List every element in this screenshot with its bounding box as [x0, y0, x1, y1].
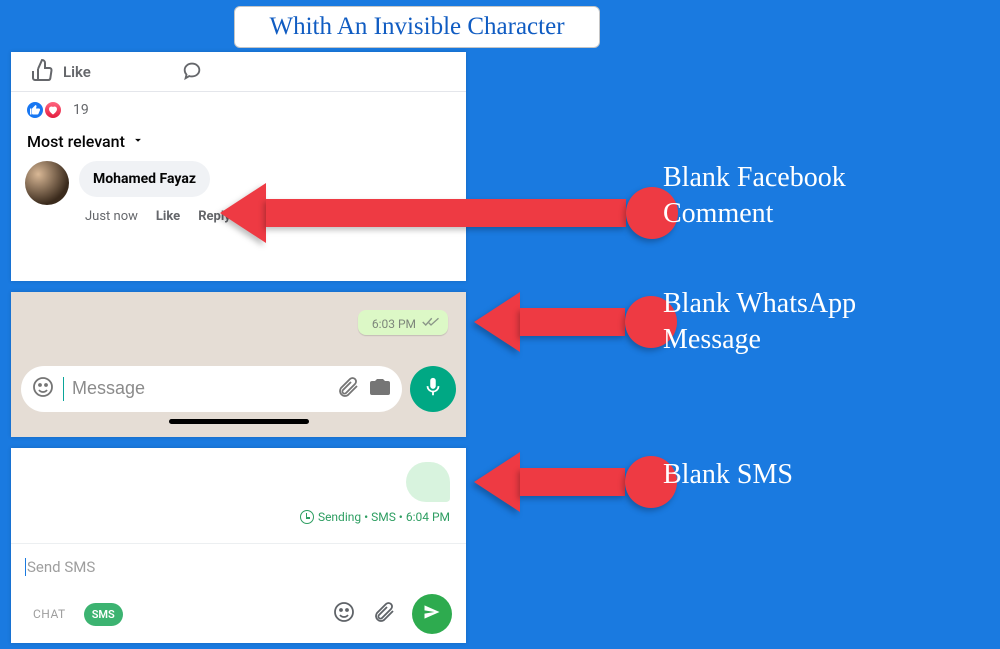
- sms-messages: Sending • SMS • 6:04 PM: [11, 448, 466, 543]
- clock-icon: [300, 510, 314, 524]
- comment-time: Just now: [85, 209, 138, 224]
- annotation-arrow-sms: [474, 452, 677, 512]
- page-title-box: Whith An Invisible Character: [234, 6, 600, 48]
- divider: [11, 543, 466, 544]
- sms-sent-bubble[interactable]: [406, 462, 450, 502]
- comment-like-action[interactable]: Like: [156, 209, 180, 224]
- attachment-icon[interactable]: [372, 600, 396, 628]
- thumbs-up-icon: [31, 58, 55, 86]
- annotation-arrow-facebook: [220, 183, 678, 243]
- sort-label: Most relevant: [27, 132, 125, 151]
- whatsapp-messages: 6:03 PM: [11, 292, 466, 364]
- annotation-line: Blank Facebook: [663, 160, 846, 196]
- sms-status: Sending • SMS • 6:04 PM: [300, 510, 450, 524]
- like-button[interactable]: Like: [31, 58, 91, 86]
- facebook-action-bar: Like: [11, 52, 466, 92]
- text-cursor: [25, 558, 26, 576]
- send-button[interactable]: [412, 594, 452, 634]
- home-indicator: [11, 419, 466, 431]
- like-reaction-icon: [25, 100, 45, 120]
- message-time: 6:03 PM: [372, 317, 416, 331]
- whatsapp-text-input[interactable]: [21, 366, 402, 412]
- text-cursor: [63, 377, 64, 401]
- sms-chip[interactable]: SMS: [84, 603, 123, 626]
- emoji-icon[interactable]: [31, 375, 55, 403]
- sort-dropdown[interactable]: Most relevant: [11, 128, 466, 161]
- whatsapp-sent-bubble[interactable]: 6:03 PM: [358, 310, 448, 335]
- delivered-ticks-icon: [422, 316, 440, 331]
- annotation-line: Message: [663, 322, 856, 358]
- reaction-count: 19: [73, 102, 89, 118]
- annotation-line: Comment: [663, 196, 846, 232]
- annotation-text-whatsapp: Blank WhatsApp Message: [663, 286, 856, 359]
- emoji-icon[interactable]: [332, 600, 356, 628]
- send-icon: [422, 602, 442, 626]
- annotation-line: Blank SMS: [663, 457, 793, 493]
- whatsapp-input-row: [11, 364, 466, 419]
- mic-button[interactable]: [410, 366, 456, 412]
- love-reaction-icon: [43, 100, 63, 120]
- reactions-row[interactable]: 19: [11, 92, 466, 128]
- whatsapp-panel: 6:03 PM: [11, 292, 466, 437]
- like-label: Like: [63, 63, 91, 81]
- attachment-icon[interactable]: [336, 375, 360, 403]
- facebook-panel: Like 19 Most relevant Mohamed Fayaz Just…: [11, 52, 466, 281]
- camera-icon[interactable]: [368, 375, 392, 403]
- microphone-icon: [422, 376, 444, 402]
- comment-button[interactable]: [181, 59, 203, 85]
- sms-bottom-bar: CHAT SMS: [11, 576, 466, 644]
- comment-bubble[interactable]: Mohamed Fayaz: [79, 161, 210, 197]
- speech-bubble-icon: [181, 66, 203, 85]
- page-title: Whith An Invisible Character: [269, 13, 564, 41]
- avatar[interactable]: [25, 161, 69, 205]
- sms-text-input[interactable]: Send SMS: [25, 558, 452, 576]
- message-field[interactable]: [72, 378, 328, 399]
- annotation-line: Blank WhatsApp: [663, 286, 856, 322]
- sms-input-row[interactable]: Send SMS: [11, 554, 466, 576]
- annotation-arrow-whatsapp: [474, 292, 677, 352]
- sms-placeholder: Send SMS: [27, 558, 95, 576]
- annotation-text-sms: Blank SMS: [663, 457, 793, 493]
- sms-status-text: Sending • SMS • 6:04 PM: [318, 510, 450, 524]
- annotation-text-facebook: Blank Facebook Comment: [663, 160, 846, 233]
- commenter-name: Mohamed Fayaz: [93, 171, 196, 187]
- chat-chip[interactable]: CHAT: [25, 603, 74, 625]
- sms-panel: Sending • SMS • 6:04 PM Send SMS CHAT SM…: [11, 448, 466, 643]
- chevron-down-icon: [131, 132, 145, 151]
